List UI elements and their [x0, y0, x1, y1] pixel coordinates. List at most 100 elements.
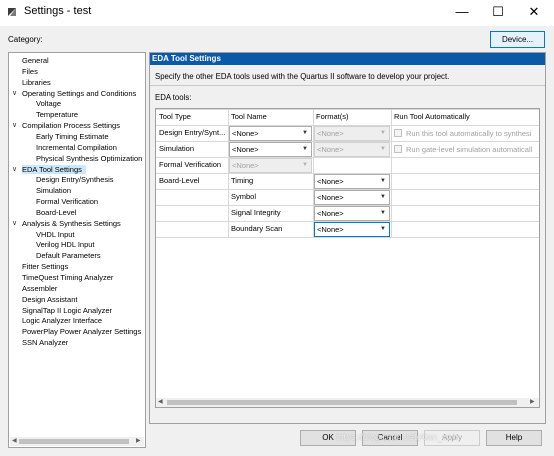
tool-name-cell: Boundary Scan: [231, 224, 283, 233]
collapse-toggle-icon[interactable]: ∨: [12, 219, 17, 228]
tree-item[interactable]: Design Assistant: [22, 295, 77, 304]
tree-item[interactable]: Voltage: [36, 99, 61, 108]
tool-name-combo[interactable]: <None> ▼: [229, 142, 312, 157]
grid-horizontal-scrollbar[interactable]: ◀ ▶: [156, 398, 539, 407]
tree-item[interactable]: Formal Verification: [36, 197, 98, 206]
tree-item[interactable]: Files: [22, 67, 38, 76]
chevron-down-icon[interactable]: ▼: [302, 143, 308, 156]
tool-name-combo[interactable]: <None> ▼: [229, 158, 312, 173]
eda-tools-grid: ◀ ▶ Tool Type Tool Name Format(s) Run Tool …: [155, 108, 540, 408]
category-tree[interactable]: ◀ ▶ General Files Libraries ∨ Operating Sett…: [8, 52, 146, 448]
window-title: Settings - test: [24, 5, 92, 17]
run-automatically-checkbox[interactable]: [394, 145, 402, 153]
tree-item[interactable]: PowerPlay Power Analyzer Settings: [22, 327, 141, 336]
combo-value: <None>: [317, 177, 344, 186]
scroll-right-icon[interactable]: ▶: [136, 437, 141, 446]
device-button[interactable]: Device...: [490, 31, 545, 48]
format-combo[interactable]: <None> ▼: [314, 206, 390, 221]
minimize-button[interactable]: —: [446, 0, 478, 24]
tool-type-cell: Simulation: [159, 144, 195, 153]
format-combo[interactable]: <None> ▼: [314, 126, 390, 141]
close-button[interactable]: ✕: [518, 0, 550, 24]
column-header[interactable]: Tool Name: [231, 109, 267, 125]
tool-type-cell: Board-Level: [159, 176, 200, 185]
grid-line: [156, 109, 539, 110]
tool-name-combo[interactable]: <None> ▼: [229, 126, 312, 141]
tree-item[interactable]: Operating Settings and Conditions: [22, 89, 136, 98]
scroll-thumb[interactable]: [19, 439, 129, 444]
tree-horizontal-scrollbar[interactable]: ◀ ▶: [10, 437, 144, 446]
tree-item[interactable]: TimeQuest Timing Analyzer: [22, 273, 113, 282]
scroll-thumb[interactable]: [167, 400, 517, 405]
chevron-down-icon[interactable]: ▼: [302, 159, 308, 172]
chevron-down-icon[interactable]: ▼: [380, 191, 386, 204]
run-automatically-label: Run gate-level simulation automaticall: [406, 144, 533, 154]
combo-value: <None>: [317, 129, 344, 138]
tree-item[interactable]: Compilation Process Settings: [22, 121, 120, 130]
collapse-toggle-icon[interactable]: ∨: [12, 121, 17, 130]
scroll-left-icon[interactable]: ◀: [158, 398, 163, 407]
combo-value: <None>: [232, 129, 259, 138]
category-label: Category:: [8, 35, 43, 44]
tree-item[interactable]: EDA Tool Settings: [22, 164, 86, 174]
scroll-left-icon[interactable]: ◀: [12, 437, 17, 446]
tree-item[interactable]: SignalTap II Logic Analyzer: [22, 306, 112, 315]
tree-item[interactable]: SSN Analyzer: [22, 338, 68, 347]
tree-item[interactable]: Early Timing Estimate: [36, 132, 109, 141]
combo-value: <None>: [317, 145, 344, 154]
combo-value: <None>: [232, 145, 259, 154]
tree-item[interactable]: General: [22, 56, 49, 65]
eda-tools-label: EDA tools:: [155, 93, 192, 102]
chevron-down-icon[interactable]: ▼: [302, 127, 308, 140]
run-automatically-label: Run this tool automatically to synthesi: [406, 128, 532, 138]
tree-item[interactable]: Board-Level: [36, 208, 76, 217]
tree-item[interactable]: Default Parameters: [36, 251, 101, 260]
chevron-down-icon[interactable]: ▼: [380, 223, 386, 236]
combo-value: <None>: [317, 193, 344, 202]
combo-value: <None>: [317, 225, 344, 234]
tree-item[interactable]: Fitter Settings: [22, 262, 68, 271]
format-combo[interactable]: <None> ▼: [314, 190, 390, 205]
chevron-down-icon[interactable]: ▼: [380, 143, 386, 156]
combo-value: <None>: [232, 161, 259, 170]
tree-item[interactable]: Simulation: [36, 186, 71, 195]
scroll-right-icon[interactable]: ▶: [530, 398, 535, 407]
watermark: https://blog.csdn.net/Alan_cwh: [336, 432, 459, 442]
tool-name-cell: Signal Integrity: [231, 208, 281, 217]
chevron-down-icon[interactable]: ▼: [380, 127, 386, 140]
tree-item[interactable]: Physical Synthesis Optimization: [36, 154, 142, 163]
tree-item[interactable]: Libraries: [22, 78, 51, 87]
tree-item[interactable]: Verilog HDL Input: [36, 240, 95, 249]
chevron-down-icon[interactable]: ▼: [380, 207, 386, 220]
collapse-toggle-icon[interactable]: ∨: [12, 165, 17, 174]
tree-item[interactable]: VHDL Input: [36, 230, 75, 239]
collapse-toggle-icon[interactable]: ∨: [12, 89, 17, 98]
app-icon: [8, 8, 16, 16]
grid-line: [156, 237, 539, 238]
chevron-down-icon[interactable]: ▼: [380, 175, 386, 188]
column-header[interactable]: Tool Type: [159, 109, 191, 125]
tool-name-cell: Timing: [231, 176, 254, 185]
tree-item[interactable]: Logic Analyzer Interface: [22, 316, 102, 325]
tree-item[interactable]: Analysis & Synthesis Settings: [22, 219, 121, 228]
tool-name-cell: Symbol: [231, 192, 257, 201]
help-button[interactable]: Help: [486, 430, 542, 446]
grid-line: [391, 109, 392, 237]
format-combo[interactable]: <None> ▼: [314, 174, 390, 189]
format-combo[interactable]: <None> ▼: [314, 222, 390, 237]
panel-description: Specify the other EDA tools used with th…: [155, 72, 450, 81]
tree-item[interactable]: Temperature: [36, 110, 78, 119]
column-header[interactable]: Format(s): [316, 109, 349, 125]
tree-item[interactable]: Design Entry/Synthesis: [36, 175, 114, 184]
tool-type-cell: Formal Verification: [159, 160, 222, 169]
run-automatically-checkbox[interactable]: [394, 129, 402, 137]
divider: [150, 85, 545, 86]
maximize-button[interactable]: ☐: [482, 0, 514, 24]
settings-panel: EDA Tool Settings Specify the other EDA …: [149, 52, 546, 424]
combo-value: <None>: [317, 209, 344, 218]
format-combo[interactable]: <None> ▼: [314, 142, 390, 157]
column-header[interactable]: Run Tool Automatically: [394, 109, 470, 125]
tree-item[interactable]: Assembler: [22, 284, 57, 293]
tool-type-cell: Design Entry/Synt...: [159, 128, 226, 137]
tree-item[interactable]: Incremental Compilation: [36, 143, 117, 152]
